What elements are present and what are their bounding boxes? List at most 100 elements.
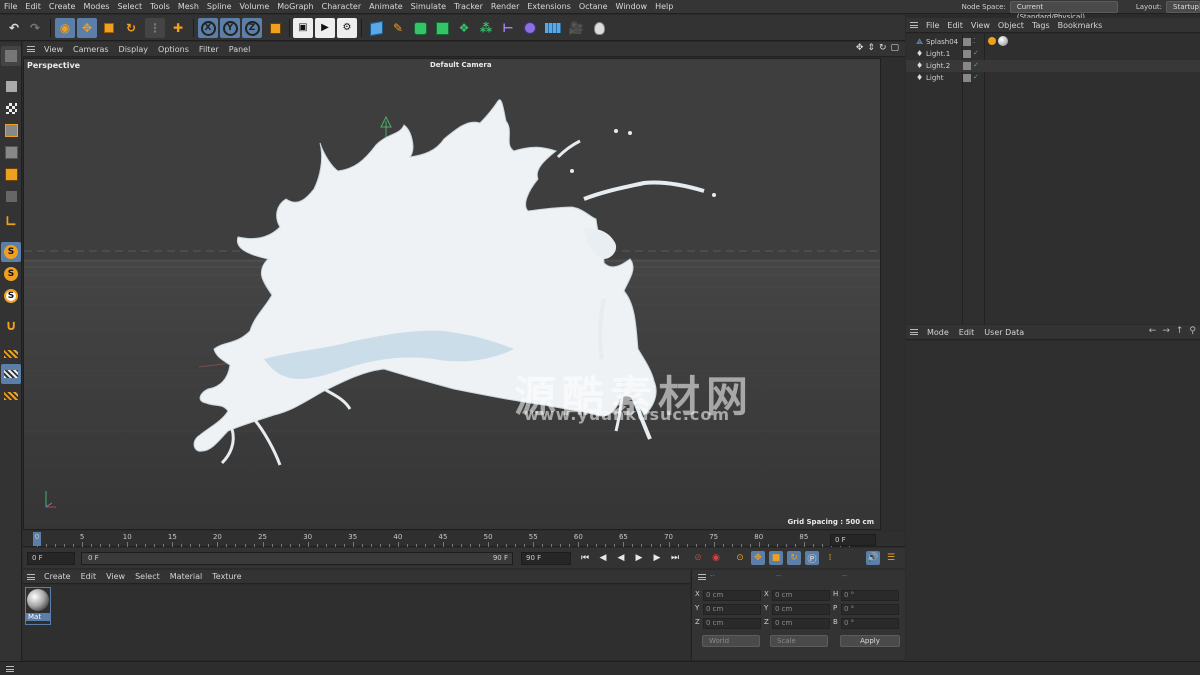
move-icon[interactable]: ✥: [77, 18, 97, 38]
object-row-light2[interactable]: ♦ Light.2 ✓: [906, 60, 1200, 72]
go-to-end-icon[interactable]: ⏭: [668, 551, 682, 565]
world-coordinate-icon[interactable]: [265, 18, 285, 38]
scale-icon[interactable]: [99, 18, 119, 38]
menu-window[interactable]: Window: [612, 0, 652, 14]
cube-icon[interactable]: [366, 18, 386, 38]
next-key-icon[interactable]: ▶: [650, 551, 664, 565]
maximize-icon[interactable]: ▢: [890, 43, 899, 53]
menu-simulate[interactable]: Simulate: [407, 0, 450, 14]
material-menu-icon[interactable]: [27, 573, 35, 580]
menu-spline[interactable]: Spline: [203, 0, 236, 14]
object-menu-file[interactable]: File: [922, 18, 943, 33]
snap-icon[interactable]: S: [1, 242, 21, 262]
object-menu-view[interactable]: View: [967, 18, 994, 33]
object-menu-bookmarks[interactable]: Bookmarks: [1054, 18, 1107, 33]
recent-tool-icon[interactable]: ⋮: [145, 18, 165, 38]
prev-key-icon[interactable]: ◀: [596, 551, 610, 565]
magnet-icon[interactable]: ∪: [1, 316, 21, 336]
enabled-check-icon[interactable]: ✓: [973, 73, 979, 81]
make-editable-icon[interactable]: [1, 46, 21, 66]
locked-workplane-icon[interactable]: [1, 364, 21, 384]
pen-icon[interactable]: ✎: [388, 18, 408, 38]
node-space-dropdown[interactable]: Current (Standard/Physical): [1009, 1, 1118, 21]
key-pla-icon[interactable]: ⁞: [823, 551, 837, 565]
render-settings-icon[interactable]: ⚙: [337, 18, 357, 38]
viewport-camera-label[interactable]: Default Camera: [430, 61, 492, 69]
object-menu-object[interactable]: Object: [994, 18, 1028, 33]
autokey-icon[interactable]: ◉: [709, 551, 723, 565]
forward-arrow-icon[interactable]: →: [1162, 326, 1170, 336]
rotation-p-field[interactable]: 0 °: [841, 604, 899, 615]
timeline-sound-icon[interactable]: 🔊: [866, 551, 880, 565]
preview-range-slider[interactable]: 0 F 90 F: [81, 552, 513, 565]
viewport-menu-view[interactable]: View: [39, 42, 68, 57]
menu-mograph[interactable]: MoGraph: [273, 0, 317, 14]
viewport-menu-cameras[interactable]: Cameras: [68, 42, 114, 57]
menu-extensions[interactable]: Extensions: [523, 0, 574, 14]
attribute-menu-edit[interactable]: Edit: [954, 325, 980, 340]
object-row-light1[interactable]: ♦ Light.1 ✓: [906, 48, 1200, 60]
bend-icon[interactable]: ⊢: [498, 18, 518, 38]
points-mode-icon[interactable]: [1, 120, 21, 140]
viewport-menu-icon[interactable]: [27, 46, 35, 52]
play-reverse-icon[interactable]: ◀: [614, 551, 628, 565]
material-menu-texture[interactable]: Texture: [207, 570, 246, 584]
size-z-field[interactable]: 0 cm: [772, 618, 830, 629]
menu-render[interactable]: Render: [487, 0, 523, 14]
menu-octane[interactable]: Octane: [575, 0, 612, 14]
visibility-toggle-icon[interactable]: [963, 62, 971, 70]
tag-icon[interactable]: [988, 37, 996, 45]
deformer-icon[interactable]: [520, 18, 540, 38]
apply-button[interactable]: Apply: [840, 635, 900, 647]
y-axis-lock[interactable]: Y: [220, 18, 240, 38]
perspective-viewport[interactable]: Perspective Default Camera Grid Spacing …: [23, 58, 881, 530]
axis-mode-icon[interactable]: ∟: [1, 212, 21, 232]
pan-icon[interactable]: ✥: [856, 43, 864, 53]
rotation-b-field[interactable]: 0 °: [841, 618, 899, 629]
material-menu-create[interactable]: Create: [39, 570, 76, 584]
size-x-field[interactable]: 0 cm: [772, 590, 830, 601]
cloner-icon[interactable]: ⁂: [476, 18, 496, 38]
search-icon[interactable]: ⚲: [1189, 326, 1196, 336]
current-frame-field[interactable]: 0 F: [27, 552, 75, 565]
snap-settings-icon[interactable]: S: [1, 264, 21, 284]
light-icon[interactable]: [589, 18, 609, 38]
position-x-field[interactable]: 0 cm: [703, 590, 761, 601]
attribute-menu-mode[interactable]: Mode: [922, 325, 954, 340]
enable-toggle-icon[interactable]: ⁚: [973, 37, 975, 45]
model-mode-icon[interactable]: [1, 76, 21, 96]
menu-help[interactable]: Help: [651, 0, 677, 14]
coord-mode-dropdown[interactable]: World: [702, 635, 760, 647]
menu-create[interactable]: Create: [45, 0, 80, 14]
menu-tools[interactable]: Tools: [146, 0, 174, 14]
key-rotation-icon[interactable]: ↻: [787, 551, 801, 565]
play-icon[interactable]: ▶: [632, 551, 646, 565]
visibility-toggle-icon[interactable]: [963, 38, 971, 46]
menu-edit[interactable]: Edit: [21, 0, 45, 14]
key-scale-icon[interactable]: ■: [769, 551, 783, 565]
redo-icon[interactable]: ↷: [25, 18, 45, 38]
status-menu-icon[interactable]: [6, 666, 14, 672]
material-menu-material[interactable]: Material: [165, 570, 208, 584]
viewport-menu-display[interactable]: Display: [114, 42, 154, 57]
material-tag-icon[interactable]: [998, 36, 1008, 46]
object-menu-tags[interactable]: Tags: [1028, 18, 1054, 33]
menu-mesh[interactable]: Mesh: [174, 0, 203, 14]
uv-mode-icon[interactable]: [1, 186, 21, 206]
menu-volume[interactable]: Volume: [236, 0, 274, 14]
menu-modes[interactable]: Modes: [79, 0, 113, 14]
object-menu-icon[interactable]: [910, 22, 918, 28]
go-to-start-icon[interactable]: ⏮: [578, 551, 592, 565]
x-axis-lock[interactable]: X: [198, 18, 218, 38]
key-selection-icon[interactable]: ⊙: [733, 551, 747, 565]
menu-tracker[interactable]: Tracker: [450, 0, 487, 14]
material-menu-select[interactable]: Select: [130, 570, 165, 584]
key-position-icon[interactable]: ✥: [751, 551, 765, 565]
viewport-menu-filter[interactable]: Filter: [194, 42, 224, 57]
timeline-settings-icon[interactable]: ☰: [884, 551, 898, 565]
z-axis-lock[interactable]: Z: [242, 18, 262, 38]
camera-icon[interactable]: 🎥: [566, 18, 586, 38]
visibility-toggle-icon[interactable]: [963, 74, 971, 82]
texture-mode-icon[interactable]: [1, 98, 21, 118]
menu-character[interactable]: Character: [318, 0, 366, 14]
